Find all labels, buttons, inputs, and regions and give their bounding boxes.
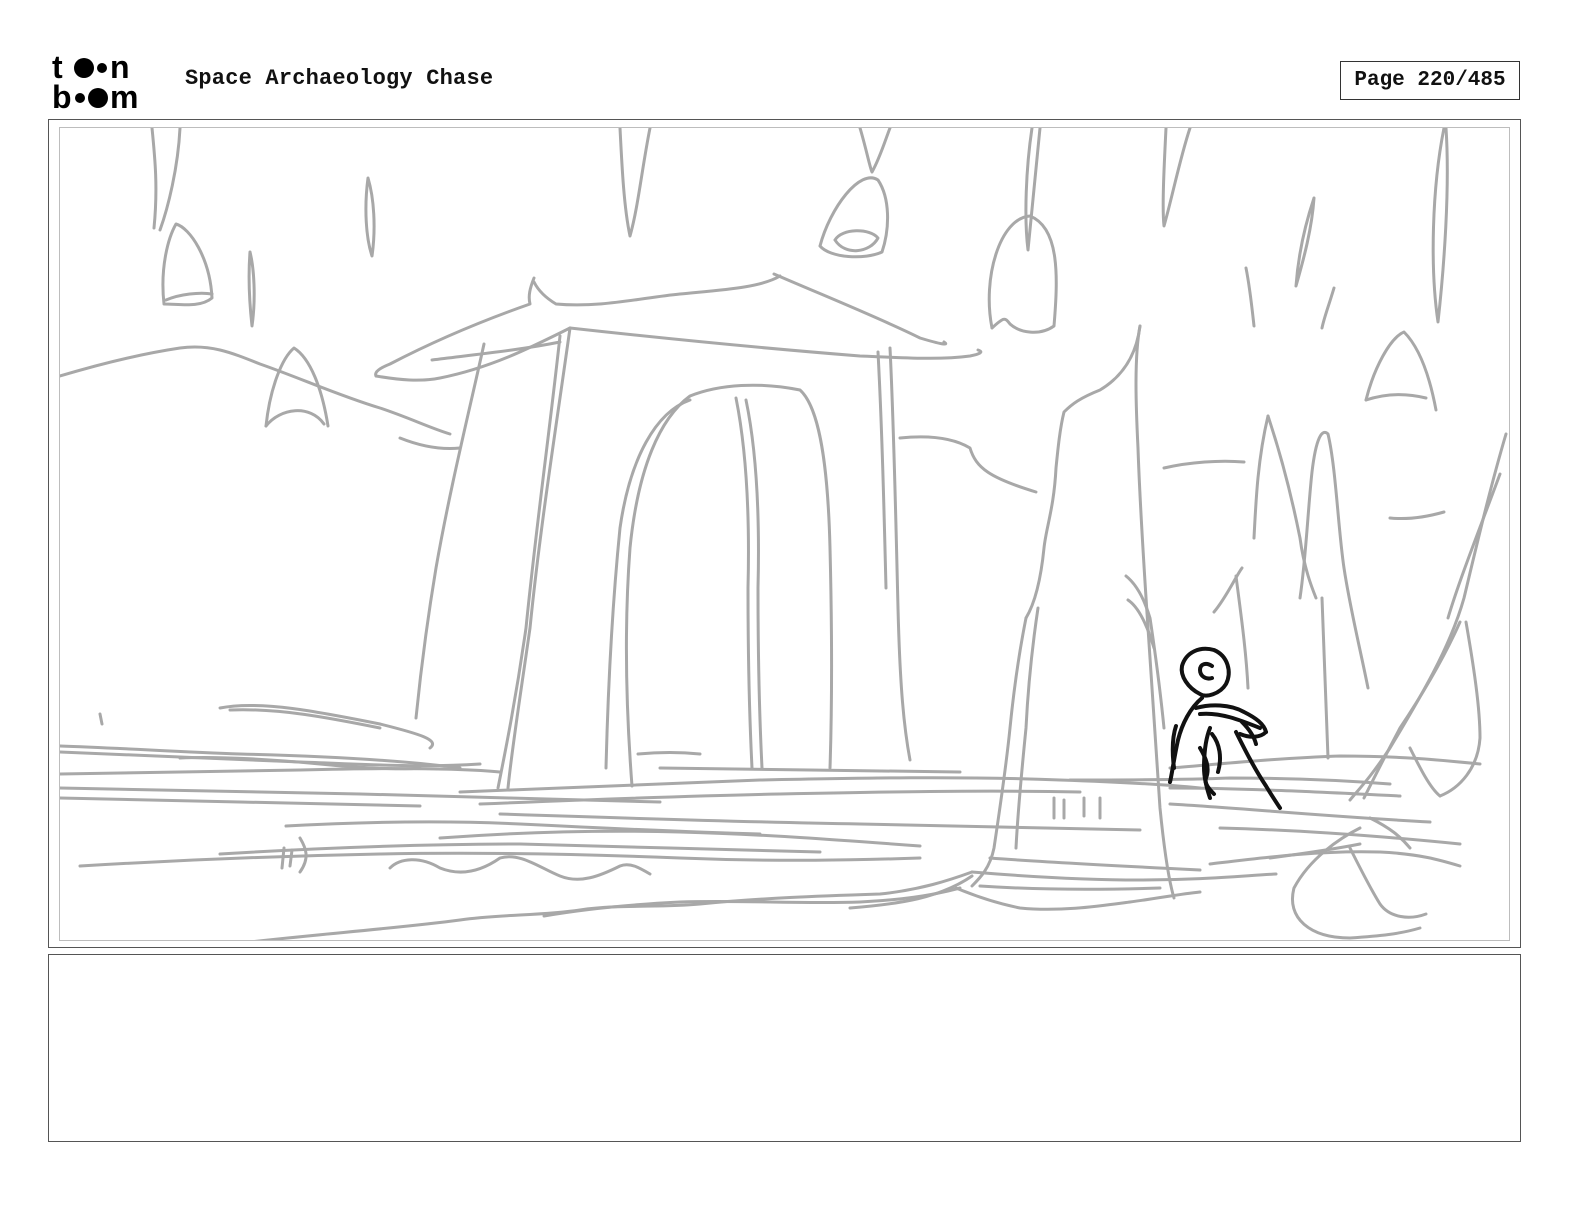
page-number-label: Page 220/485 [1354,69,1506,92]
page-number-badge: Page 220/485 [1340,61,1520,100]
svg-text:b: b [52,79,72,112]
toonboom-logo: t n b m [52,49,164,115]
svg-text:m: m [110,79,138,112]
panel-sketch [60,128,1508,940]
panel-notes-box[interactable] [48,954,1521,1142]
character-head [1179,646,1231,698]
storyboard-panel [48,119,1521,948]
project-title: Space Archaeology Chase [185,66,494,91]
panel-frame [59,127,1510,941]
